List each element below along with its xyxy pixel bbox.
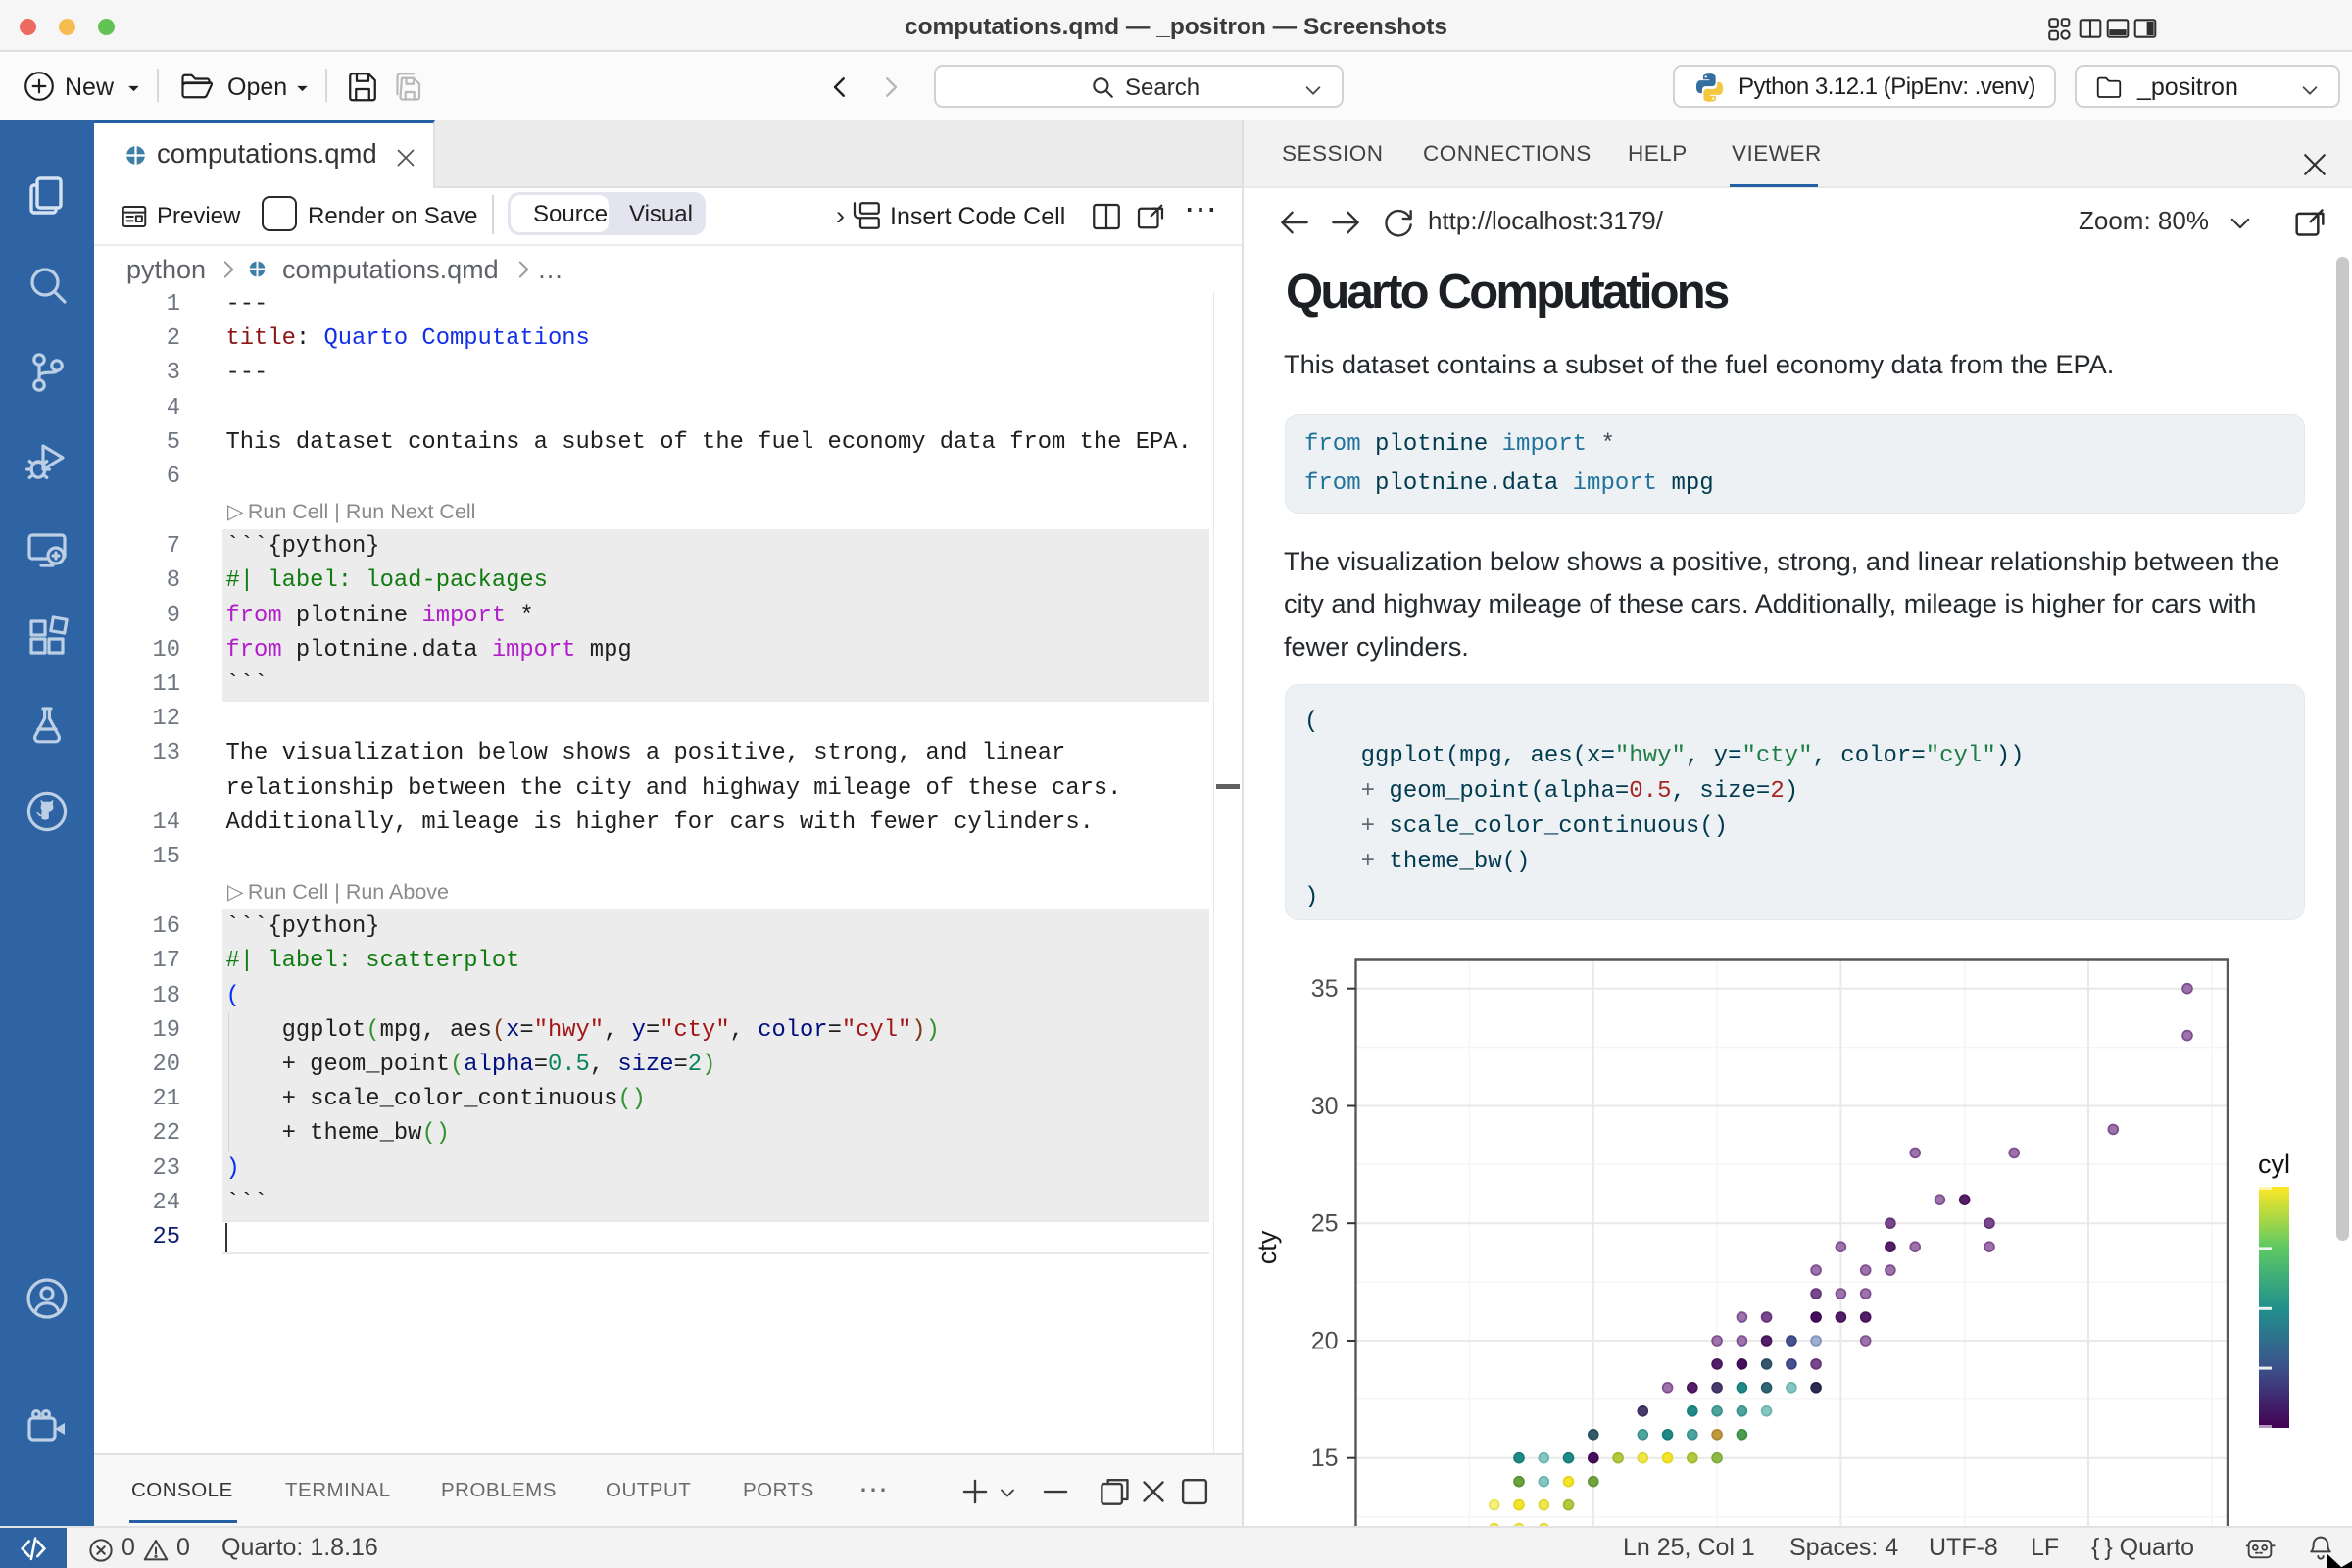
- svg-text:cyl: cyl: [2258, 1150, 2290, 1179]
- svg-text:15: 15: [1311, 1445, 1339, 1472]
- svg-text:20: 20: [1311, 1328, 1339, 1355]
- svg-text:cty: cty: [1252, 1230, 1282, 1264]
- svg-text:25: 25: [1311, 1210, 1339, 1238]
- svg-text:35: 35: [1311, 975, 1339, 1003]
- svg-text:30: 30: [1311, 1093, 1339, 1120]
